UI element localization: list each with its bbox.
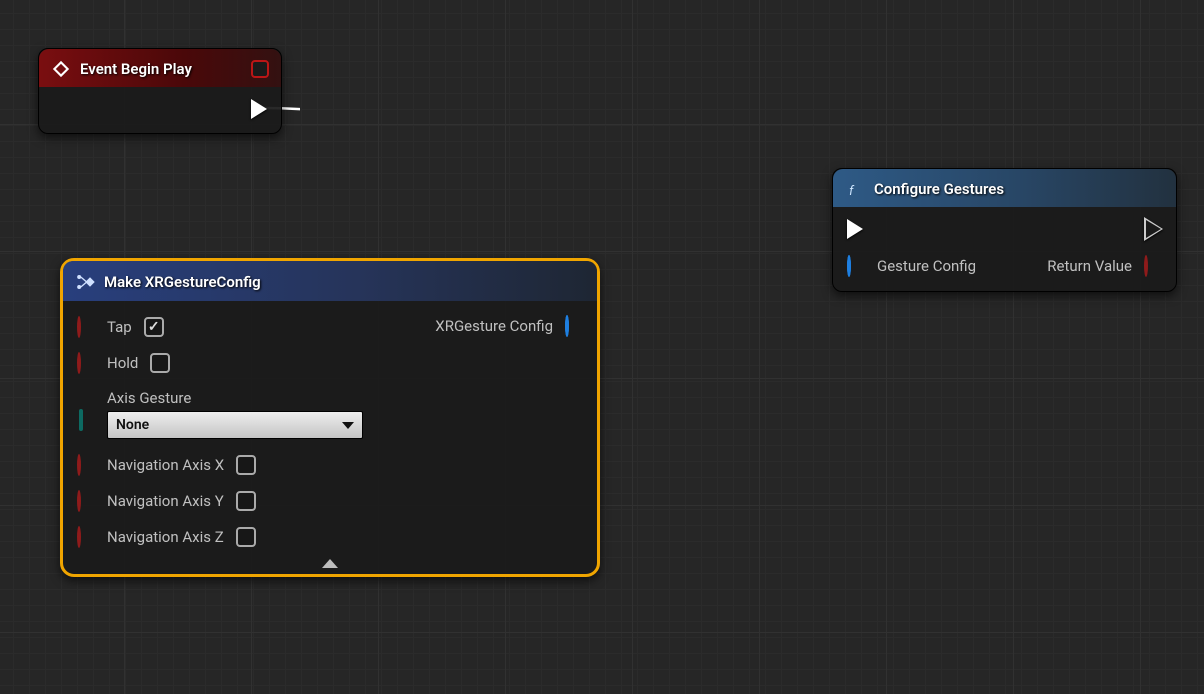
pin-label: Hold — [107, 354, 138, 372]
pin-label: Tap — [107, 318, 132, 336]
pin-label: Return Value — [1047, 257, 1132, 275]
node-make-xrgestureconfig[interactable]: Make XRGestureConfig Tap XRGesture Confi… — [60, 258, 600, 577]
input-pin-axis-gesture[interactable]: Axis Gesture None — [77, 389, 583, 439]
pin-label: Navigation Axis X — [107, 456, 224, 474]
checkbox-hold[interactable] — [150, 353, 170, 373]
dropdown-value: None — [116, 417, 149, 433]
node-titlebar: f Configure Gestures — [833, 169, 1176, 207]
function-icon: f — [845, 179, 865, 199]
axis-gesture-dropdown[interactable]: None — [107, 411, 363, 439]
node-titlebar: Event Begin Play — [39, 49, 281, 87]
checkbox-nav-y[interactable] — [236, 491, 256, 511]
checkbox-nav-x[interactable] — [236, 455, 256, 475]
pin-label: XRGesture Config — [435, 317, 553, 335]
input-pin-nav-z[interactable]: Navigation Axis Z — [77, 527, 583, 547]
svg-text:f: f — [849, 183, 855, 198]
exec-out-pin[interactable] — [251, 99, 267, 119]
checkbox-nav-z[interactable] — [236, 527, 256, 547]
input-pin-nav-x[interactable]: Navigation Axis X — [77, 455, 583, 475]
output-pin-xrgesture-config[interactable]: XRGesture Config — [435, 317, 583, 335]
node-title: Make XRGestureConfig — [104, 273, 261, 291]
exec-in-pin[interactable] — [847, 219, 863, 239]
node-title: Event Begin Play — [80, 60, 192, 78]
node-event-begin-play[interactable]: Event Begin Play — [38, 48, 282, 134]
chevron-up-icon — [322, 559, 338, 568]
input-pin-hold[interactable]: Hold — [77, 353, 583, 373]
node-configure-gestures[interactable]: f Configure Gestures Gesture Config Retu… — [832, 168, 1177, 292]
pin-label: Navigation Axis Y — [107, 492, 224, 510]
delegate-pin[interactable] — [251, 60, 269, 78]
output-pin-return-value[interactable]: Return Value — [1047, 257, 1162, 275]
expand-node-toggle[interactable] — [63, 557, 597, 574]
event-icon — [51, 59, 71, 79]
pin-label: Gesture Config — [877, 257, 976, 275]
pin-label: Navigation Axis Z — [107, 528, 224, 546]
input-pin-nav-y[interactable]: Navigation Axis Y — [77, 491, 583, 511]
node-titlebar: Make XRGestureConfig — [63, 261, 597, 301]
pin-label: Axis Gesture — [107, 389, 363, 407]
make-struct-icon — [75, 272, 95, 292]
checkbox-tap[interactable] — [144, 317, 164, 337]
node-title: Configure Gestures — [874, 180, 1004, 198]
input-pin-tap[interactable]: Tap — [77, 317, 164, 337]
exec-out-pin[interactable] — [1146, 219, 1162, 239]
input-pin-gesture-config[interactable]: Gesture Config — [847, 257, 976, 275]
caret-down-icon — [342, 422, 354, 429]
